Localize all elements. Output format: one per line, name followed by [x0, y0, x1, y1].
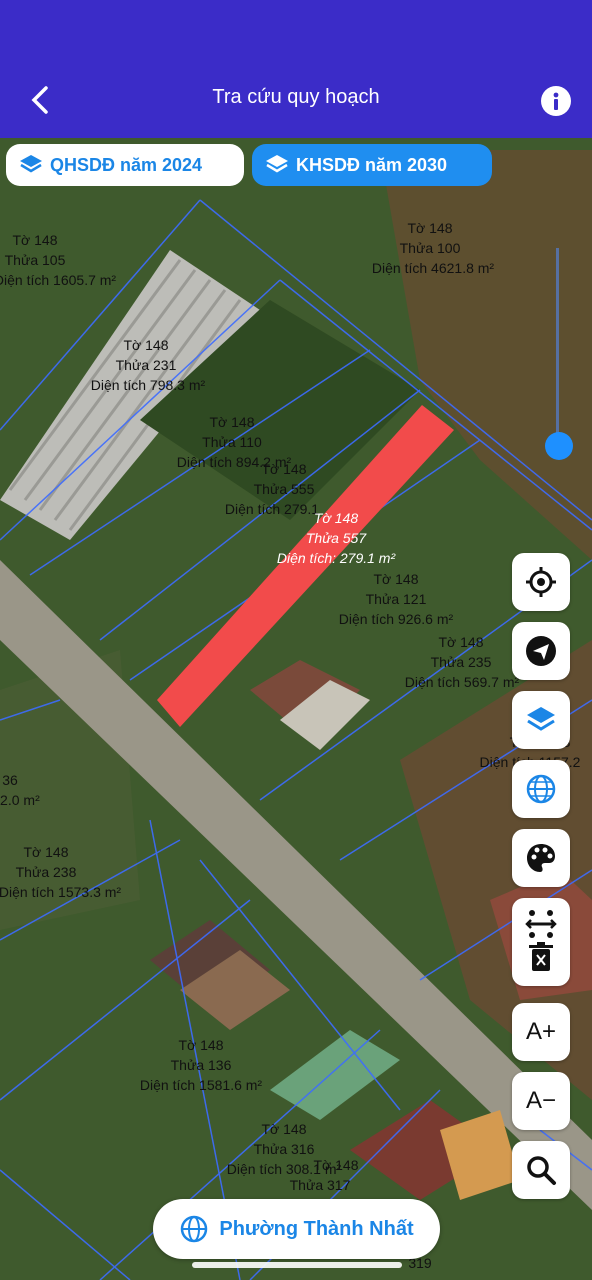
globe-icon: [526, 774, 556, 804]
layers-icon: [527, 707, 555, 731]
layers-icon: [266, 155, 288, 173]
khsdd-2030-chip[interactable]: KHSDĐ năm 2030: [252, 144, 492, 186]
map-canvas: [0, 138, 592, 1280]
navigate-button[interactable]: [512, 622, 570, 680]
font-increase-label: A+: [525, 1018, 557, 1045]
search-icon: [527, 1156, 556, 1185]
ward-selector-button[interactable]: Phường Thành Nhất: [153, 1199, 440, 1259]
satellite-map[interactable]: [0, 138, 592, 1280]
globe-button[interactable]: [512, 760, 570, 818]
measure-trash-icon: [525, 910, 557, 971]
ward-label: Phường Thành Nhất: [219, 1217, 414, 1240]
page-title: Tra cứu quy hoạch: [212, 86, 380, 108]
opacity-slider-track[interactable]: [556, 248, 559, 448]
locate-button[interactable]: [512, 553, 570, 611]
send-icon: [526, 636, 556, 666]
qhsdd-2024-label: QHSDĐ năm 2024: [50, 154, 203, 175]
palette-button[interactable]: [512, 829, 570, 887]
opacity-slider-knob[interactable]: [545, 432, 573, 460]
globe-icon: [181, 1215, 208, 1243]
font-decrease-button[interactable]: A−: [512, 1072, 570, 1130]
layers-icon: [20, 155, 42, 173]
font-decrease-label: A−: [525, 1087, 557, 1114]
info-button[interactable]: [541, 86, 571, 116]
measure-delete-button[interactable]: [512, 898, 570, 986]
home-indicator: [192, 1262, 402, 1268]
layers-button[interactable]: [512, 691, 570, 749]
app-header: Tra cứu quy hoạch: [0, 0, 592, 138]
info-icon: [553, 92, 559, 110]
qhsdd-2024-chip[interactable]: QHSDĐ năm 2024: [6, 144, 244, 186]
search-button[interactable]: [512, 1141, 570, 1199]
font-increase-button[interactable]: A+: [512, 1003, 570, 1061]
palette-icon: [527, 844, 555, 872]
crosshair-icon: [526, 567, 556, 597]
khsdd-2030-label: KHSDĐ năm 2030: [296, 154, 448, 175]
